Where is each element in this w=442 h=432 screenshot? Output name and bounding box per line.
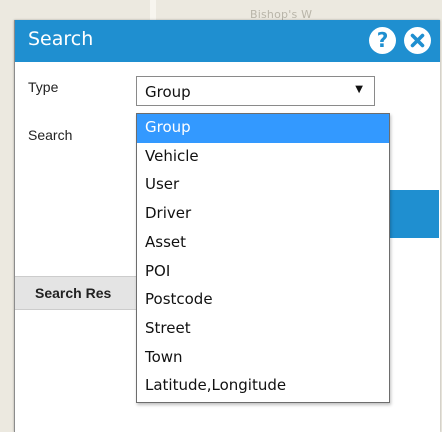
type-option-label: Latitude,Longitude	[145, 376, 287, 395]
type-option[interactable]: Group	[137, 114, 389, 143]
type-option[interactable]: Latitude,Longitude	[137, 372, 389, 401]
type-option-label: Postcode	[145, 290, 213, 309]
type-option[interactable]: Postcode	[137, 286, 389, 315]
close-button[interactable]	[404, 27, 431, 54]
dropdown-arrow-icon: ▼	[355, 84, 363, 95]
close-icon	[410, 33, 425, 48]
type-option[interactable]: POI	[137, 258, 389, 287]
search-results-title: Search Res	[35, 285, 112, 301]
type-select[interactable]: Group ▼	[136, 76, 375, 106]
type-option-label: Vehicle	[145, 146, 199, 165]
type-option-label: User	[145, 175, 180, 194]
search-dialog: Search ? Type Group ▼ Search rch Search …	[14, 20, 440, 432]
type-option-label: Town	[145, 347, 183, 366]
type-label: Type	[28, 79, 59, 95]
type-option-label: Asset	[145, 232, 187, 251]
help-button[interactable]: ?	[369, 27, 396, 54]
type-option[interactable]: Driver	[137, 200, 389, 229]
type-option-label: Group	[145, 118, 191, 136]
type-select-value: Group	[145, 83, 191, 101]
type-option[interactable]: User	[137, 171, 389, 200]
dialog-titlebar: Search ?	[15, 20, 440, 62]
type-option-label: POI	[145, 261, 171, 280]
type-option[interactable]: Vehicle	[137, 143, 389, 172]
type-option-label: Street	[145, 318, 191, 337]
search-label: Search	[28, 127, 73, 143]
type-option[interactable]: Street	[137, 315, 389, 344]
type-option-label: Driver	[145, 204, 192, 223]
type-dropdown-list: Group Vehicle User Driver Asset POI Postcode St…	[136, 113, 390, 403]
type-option[interactable]: Town	[137, 344, 389, 373]
help-icon: ?	[376, 28, 389, 52]
type-option[interactable]: Asset	[137, 229, 389, 258]
dialog-title: Search	[28, 28, 94, 50]
